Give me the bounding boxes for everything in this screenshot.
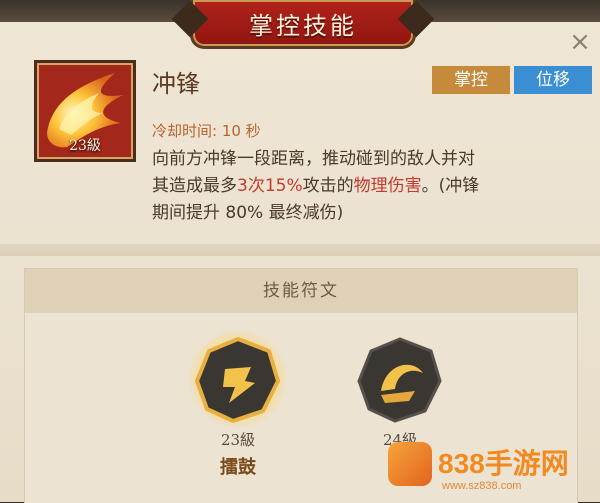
- desc-highlight-damage: 物理伤害: [353, 176, 422, 196]
- crescent-rune-icon: [357, 337, 442, 423]
- tag-control: 掌控: [432, 66, 510, 94]
- watermark-logo-icon: [388, 442, 432, 486]
- skill-description: 向前方冲锋一段距离，推动碰到的敌人并对 其造成最多3次15%攻击的物理伤害。(冲…: [152, 146, 572, 227]
- desc-text: 。(冲锋: [421, 176, 480, 196]
- tag-move: 位移: [514, 66, 592, 94]
- rune-level: 23級: [220, 431, 256, 449]
- skill-detail-panel: 掌控技能 × 23級 冲锋 掌控 位移 冷却时间: 10 秒 向前方冲锋一段距离…: [0, 0, 600, 503]
- desc-text: 攻击的: [302, 176, 354, 196]
- skill-name: 冲锋: [152, 70, 200, 98]
- watermark-url: www.sz838.com: [442, 480, 522, 492]
- rune-item-drum[interactable]: 23級 擂鼓: [183, 329, 293, 499]
- close-icon[interactable]: ×: [568, 29, 592, 55]
- description-line-1: 向前方冲锋一段距离，推动碰到的敌人并对: [152, 149, 475, 169]
- drum-rune-icon: [188, 329, 288, 429]
- rune-name: 擂鼓: [220, 457, 256, 478]
- description-line-3: 期间提升 80% 最终减伤): [152, 203, 344, 223]
- site-watermark: 838手游网 www.sz838.com: [380, 438, 600, 502]
- desc-text: 其造成最多: [152, 176, 237, 196]
- skill-level: 23級: [69, 138, 101, 154]
- section-divider: [0, 244, 600, 256]
- description-line-2: 其造成最多3次15%攻击的物理伤害。(冲锋: [152, 173, 572, 200]
- watermark-text: 838手游网: [438, 448, 569, 479]
- page-title: 掌控技能: [249, 11, 357, 40]
- skill-icon: 23級: [34, 60, 136, 162]
- title-banner: 掌控技能: [190, 0, 416, 49]
- cooldown-text: 冷却时间: 10 秒: [152, 122, 261, 140]
- rune-section-title: 技能符文: [25, 269, 577, 313]
- desc-highlight-count: 3次15%: [237, 176, 303, 196]
